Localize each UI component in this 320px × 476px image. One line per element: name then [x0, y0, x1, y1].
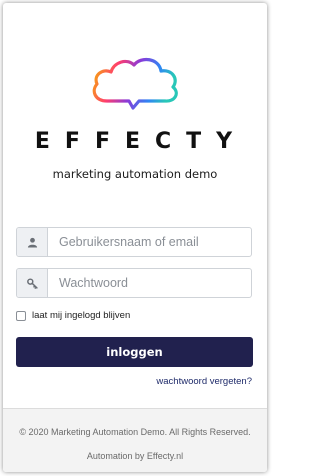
username-field [16, 227, 252, 257]
login-card: EFFECTY marketing automation demo laat m… [3, 3, 267, 472]
login-button[interactable]: inloggen [16, 337, 253, 367]
password-field [16, 268, 252, 298]
forgot-password-link[interactable]: wachtwoord vergeten? [156, 376, 252, 387]
key-icon [17, 269, 48, 297]
cloud-logo-icon [87, 55, 183, 113]
remember-label: laat mij ingelogd blijven [32, 310, 131, 321]
password-input[interactable] [48, 269, 251, 297]
remember-checkbox[interactable] [16, 310, 26, 321]
username-input[interactable] [48, 228, 251, 256]
brand-subtitle: marketing automation demo [52, 167, 218, 181]
user-icon [17, 228, 48, 256]
footer: © 2020 Marketing Automation Demo. All Ri… [3, 408, 267, 472]
remember-me[interactable]: laat mij ingelogd blijven [16, 310, 130, 321]
copyright-text: © 2020 Marketing Automation Demo. All Ri… [19, 427, 251, 437]
brand-name: EFFECTY [34, 129, 248, 154]
credit-text: Automation by Effecty.nl [86, 451, 184, 461]
